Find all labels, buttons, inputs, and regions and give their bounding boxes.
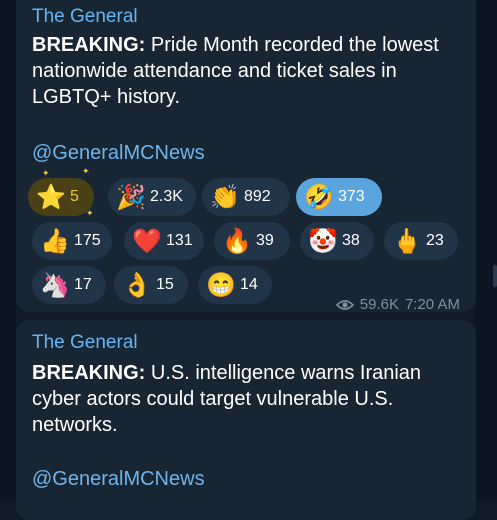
clapping-hands-icon: 👏 — [210, 183, 240, 211]
author-name[interactable]: The General — [32, 6, 138, 28]
reaction-count: 5 — [70, 188, 79, 205]
reaction-rofl-selected[interactable]: 🤣 373 — [296, 178, 382, 216]
reaction-count: 38 — [342, 232, 360, 249]
clown-face-icon: 🤡 — [308, 227, 338, 255]
reaction-thumbs-up[interactable]: 👍 175 — [32, 222, 112, 260]
reaction-count: 2.3K — [150, 188, 183, 205]
reaction-star[interactable]: ⭐ 5 — [28, 178, 94, 216]
unicorn-icon: 🦄 — [40, 271, 70, 299]
sparkle-icon: ✦ — [86, 208, 94, 218]
star-icon: ⭐ — [36, 183, 66, 211]
reaction-clap[interactable]: 👏 892 — [202, 178, 290, 216]
rofl-face-icon: 🤣 — [304, 183, 334, 211]
chat-background-right — [475, 0, 497, 500]
ok-hand-icon: 👌 — [122, 271, 152, 299]
view-count: 59.6K — [359, 296, 399, 313]
message-bubble[interactable]: The General BREAKING: U.S. intelligence … — [16, 320, 476, 520]
party-popper-icon: 🎉 — [116, 183, 146, 211]
chat-background-left — [0, 0, 16, 500]
reaction-ok-hand[interactable]: 👌 15 — [114, 266, 188, 304]
channel-handle-link[interactable]: @GeneralMCNews — [32, 468, 205, 491]
message-meta: 59.6K 7:20 AM — [335, 296, 460, 313]
reaction-count: 15 — [156, 276, 174, 293]
reaction-count: 175 — [74, 232, 101, 249]
message-text: BREAKING: Pride Month recorded the lowes… — [32, 32, 452, 110]
message-text: BREAKING: U.S. intelligence warns Irania… — [32, 360, 452, 438]
reaction-count: 14 — [240, 276, 258, 293]
reaction-unicorn[interactable]: 🦄 17 — [32, 266, 106, 304]
reaction-count: 373 — [338, 188, 365, 205]
fire-icon: 🔥 — [222, 227, 252, 255]
message-time: 7:20 AM — [404, 296, 460, 313]
grinning-face-icon: 😁 — [206, 271, 236, 299]
reaction-heart[interactable]: ❤️ 131 — [124, 222, 204, 260]
headline: BREAKING: — [32, 34, 146, 56]
scroll-indicator[interactable] — [493, 265, 497, 287]
reaction-middle-finger[interactable]: 🖕 23 — [384, 222, 458, 260]
reaction-party[interactable]: 🎉 2.3K — [108, 178, 196, 216]
reaction-count: 17 — [74, 276, 92, 293]
thumbs-up-icon: 👍 — [40, 227, 70, 255]
reaction-count: 39 — [256, 232, 274, 249]
heart-icon: ❤️ — [132, 227, 162, 255]
reaction-fire[interactable]: 🔥 39 — [214, 222, 290, 260]
headline: BREAKING: — [32, 362, 146, 384]
reaction-count: 23 — [426, 232, 444, 249]
reaction-count: 131 — [166, 232, 193, 249]
channel-handle-link[interactable]: @GeneralMCNews — [32, 142, 205, 165]
message-bubble[interactable]: The General BREAKING: Pride Month record… — [16, 0, 476, 313]
middle-finger-icon: 🖕 — [392, 227, 422, 255]
sparkle-icon: ✦ — [42, 168, 50, 178]
sparkle-icon: ✦ — [82, 166, 90, 176]
eye-icon — [335, 299, 354, 310]
reaction-grin[interactable]: 😁 14 — [198, 266, 272, 304]
author-name[interactable]: The General — [32, 332, 138, 354]
reaction-clown[interactable]: 🤡 38 — [300, 222, 374, 260]
reaction-count: 892 — [244, 188, 271, 205]
